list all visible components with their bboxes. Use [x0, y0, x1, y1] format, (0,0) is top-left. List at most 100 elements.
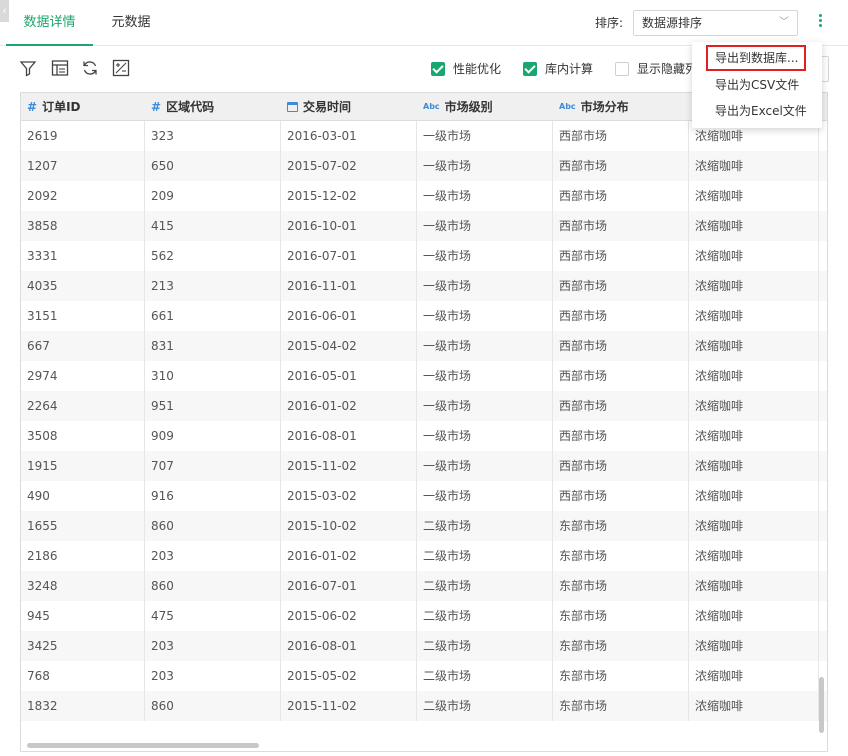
- table-cell: 2015-06-02: [281, 601, 417, 631]
- table-cell: 二级市场: [417, 541, 553, 571]
- table-row[interactable]: 3508 909 2016-08-01 一级市场 西部市场 浓缩咖啡: [21, 421, 827, 451]
- checkbox-checked-icon[interactable]: [523, 62, 537, 76]
- table-cell: 2264: [21, 391, 145, 421]
- table-cell: 一级市场: [417, 421, 553, 451]
- horizontal-scrollbar[interactable]: [21, 741, 821, 749]
- table-row[interactable]: 490 916 2015-03-02 一级市场 西部市场 浓缩咖啡: [21, 481, 827, 511]
- table-row[interactable]: 768 203 2015-05-02 二级市场 东部市场 浓缩咖啡: [21, 661, 827, 691]
- table-row[interactable]: 1832 860 2015-11-02 二级市场 东部市场 浓缩咖啡: [21, 691, 827, 721]
- column-header-trade-time[interactable]: 交易时间: [281, 93, 417, 121]
- column-header-order-id[interactable]: # 订单ID: [21, 93, 145, 121]
- table-row[interactable]: 3425 203 2016-08-01 二级市场 东部市场 浓缩咖啡: [21, 631, 827, 661]
- option-label: 库内计算: [545, 62, 594, 76]
- table-cell: 1655: [21, 511, 145, 541]
- horizontal-scroll-thumb[interactable]: [27, 743, 259, 748]
- table-cell: 浓缩咖啡: [689, 301, 819, 331]
- menu-item-export-excel[interactable]: 导出为Excel文件: [692, 98, 822, 124]
- table-row[interactable]: 3331 562 2016-07-01 一级市场 西部市场 浓缩咖啡: [21, 241, 827, 271]
- table-cell: 2974: [21, 361, 145, 391]
- table-row[interactable]: 1655 860 2015-10-02 二级市场 东部市场 浓缩咖啡: [21, 511, 827, 541]
- table-cell: 2015-12-02: [281, 181, 417, 211]
- table-row[interactable]: 2264 951 2016-01-02 一级市场 西部市场 浓缩咖啡: [21, 391, 827, 421]
- table-cell: 1207: [21, 151, 145, 181]
- column-header-market-distribution[interactable]: Abc 市场分布: [553, 93, 689, 121]
- text-type-icon: Abc: [559, 102, 576, 111]
- table-cell: 浓缩咖啡: [689, 211, 819, 241]
- table-cell: 西部市场: [553, 301, 689, 331]
- table-row[interactable]: 3248 860 2016-07-01 二级市场 东部市场 浓缩咖啡: [21, 571, 827, 601]
- table-cell: 2016-08-01: [281, 421, 417, 451]
- table-cell: 213: [145, 271, 281, 301]
- column-header-region-code[interactable]: # 区域代码: [145, 93, 281, 121]
- table-cell: 2015-07-02: [281, 151, 417, 181]
- column-header-market-level[interactable]: Abc 市场级别: [417, 93, 553, 121]
- table-cell: 2092: [21, 181, 145, 211]
- number-type-icon: #: [27, 100, 38, 114]
- table-cell: 西部市场: [553, 481, 689, 511]
- table-cell: 2015-10-02: [281, 511, 417, 541]
- table-cell: 2016-11-01: [281, 271, 417, 301]
- table-cell: 667: [21, 331, 145, 361]
- table-row[interactable]: 2092 209 2015-12-02 一级市场 西部市场 浓缩咖啡: [21, 181, 827, 211]
- table-cell: 东部市场: [553, 541, 689, 571]
- table-cell: 490: [21, 481, 145, 511]
- table-cell: 2016-01-02: [281, 391, 417, 421]
- table-cell: 一级市场: [417, 271, 553, 301]
- checkbox-unchecked-icon[interactable]: [615, 62, 629, 76]
- checkbox-checked-icon[interactable]: [431, 62, 445, 76]
- table-cell: 4035: [21, 271, 145, 301]
- table-row[interactable]: 667 831 2015-04-02 一级市场 西部市场 浓缩咖啡: [21, 331, 827, 361]
- option-performance[interactable]: 性能优化: [431, 60, 501, 78]
- table-cell: 203: [145, 661, 281, 691]
- table-cell: 西部市场: [553, 241, 689, 271]
- table-cell: 浓缩咖啡: [689, 661, 819, 691]
- table-row[interactable]: 3151 661 2016-06-01 一级市场 西部市场 浓缩咖啡: [21, 301, 827, 331]
- option-in-db-compute[interactable]: 库内计算: [523, 60, 593, 78]
- table-cell: 东部市场: [553, 571, 689, 601]
- table-cell: 860: [145, 691, 281, 721]
- table-cell: 浓缩咖啡: [689, 271, 819, 301]
- table-row[interactable]: 2186 203 2016-01-02 二级市场 东部市场 浓缩咖啡: [21, 541, 827, 571]
- table-cell: 浓缩咖啡: [689, 481, 819, 511]
- menu-item-export-database[interactable]: 导出到数据库...: [706, 45, 806, 71]
- tab-metadata[interactable]: 元数据: [100, 0, 162, 46]
- table-row[interactable]: 1915 707 2015-11-02 一级市场 西部市场 浓缩咖啡: [21, 451, 827, 481]
- vertical-scrollbar[interactable]: [816, 121, 826, 751]
- table-cell: 一级市场: [417, 331, 553, 361]
- more-options-icon[interactable]: [813, 12, 827, 34]
- table-row[interactable]: 4035 213 2016-11-01 一级市场 西部市场 浓缩咖啡: [21, 271, 827, 301]
- tab-data-details[interactable]: 数据详情: [6, 0, 93, 46]
- column-settings-icon[interactable]: [50, 58, 70, 78]
- table-cell: 415: [145, 211, 281, 241]
- number-type-icon: #: [151, 100, 162, 114]
- option-show-hidden[interactable]: 显示隐藏列: [615, 60, 697, 78]
- menu-item-export-csv[interactable]: 导出为CSV文件: [692, 72, 822, 98]
- table-row[interactable]: 3858 415 2016-10-01 一级市场 西部市场 浓缩咖啡: [21, 211, 827, 241]
- sort-select[interactable]: 数据源排序 ﹀: [633, 10, 798, 36]
- table-cell: 951: [145, 391, 281, 421]
- sort-select-value: 数据源排序: [642, 16, 703, 30]
- filter-icon[interactable]: [18, 58, 38, 78]
- table-cell: 浓缩咖啡: [689, 631, 819, 661]
- table-cell: 2016-07-01: [281, 241, 417, 271]
- table-cell: 3425: [21, 631, 145, 661]
- table-row[interactable]: 945 475 2015-06-02 二级市场 东部市场 浓缩咖啡: [21, 601, 827, 631]
- table-cell: 西部市场: [553, 181, 689, 211]
- table-cell: 浓缩咖啡: [689, 601, 819, 631]
- table-cell: 西部市场: [553, 121, 689, 151]
- table-cell: 2016-07-01: [281, 571, 417, 601]
- table-cell: 562: [145, 241, 281, 271]
- table-row[interactable]: 2974 310 2016-05-01 一级市场 西部市场 浓缩咖啡: [21, 361, 827, 391]
- refresh-icon[interactable]: [80, 58, 100, 78]
- table-cell: 3331: [21, 241, 145, 271]
- table-cell: 2015-03-02: [281, 481, 417, 511]
- table-cell: 东部市场: [553, 691, 689, 721]
- table-cell: 西部市场: [553, 211, 689, 241]
- formula-icon[interactable]: [111, 58, 131, 78]
- vertical-scroll-thumb[interactable]: [819, 677, 824, 733]
- table-cell: 一级市场: [417, 391, 553, 421]
- table-row[interactable]: 1207 650 2015-07-02 一级市场 西部市场 浓缩咖啡: [21, 151, 827, 181]
- table-cell: 一级市场: [417, 211, 553, 241]
- table-cell: 一级市场: [417, 361, 553, 391]
- table-cell: 浓缩咖啡: [689, 541, 819, 571]
